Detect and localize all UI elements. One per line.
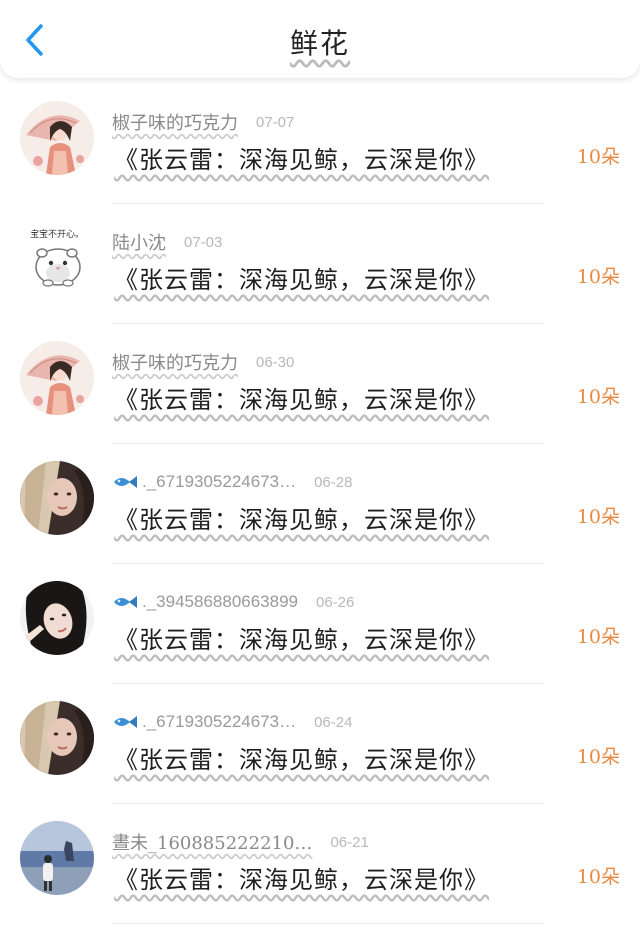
username[interactable]: ._67193052246​73… [142, 472, 296, 492]
list-item[interactable]: 椒子味的巧克力 07-07 《张云雷：深海见鲸，云深是你》 10朵 [0, 84, 640, 204]
gift-title[interactable]: 《张云雷：深海见鲸，云深是你》 [114, 380, 489, 415]
username[interactable]: 椒子味的巧克力 [112, 109, 238, 135]
record-meta: 椒子味的巧克力 06-30 [112, 348, 294, 376]
avatar[interactable]: 宝宝不开心。 [20, 221, 94, 295]
list-item[interactable]: 椒子味的巧克力 06-30 《张云雷：深海见鲸，云深是你》 10朵 [0, 324, 640, 444]
username[interactable]: 椒子味的巧克力 [112, 349, 238, 375]
avatar[interactable] [20, 341, 94, 415]
timestamp: 06-21 [330, 833, 369, 851]
flower-record-list: 椒子味的巧克力 07-07 《张云雷：深海见鲸，云深是你》 10朵 宝宝不开心。 陆小沈… [0, 84, 640, 924]
gift-title[interactable]: 《张云雷：深海见鲸，云深是你》 [114, 620, 489, 655]
username[interactable]: 晝未_160885222210… [112, 829, 312, 855]
page-title: 鲜花 [289, 27, 350, 60]
timestamp: 07-07 [256, 113, 295, 131]
record-meta: 晝未_160885222210… 06-21 [112, 828, 369, 856]
avatar[interactable] [20, 101, 94, 175]
flower-amount: 10朵 [576, 266, 620, 288]
avatar[interactable] [20, 461, 94, 535]
flower-amount: 10朵 [576, 866, 620, 888]
fish-icon [112, 474, 138, 490]
avatar-caption: 宝宝不开心。 [29, 230, 84, 240]
gift-title[interactable]: 《张云雷：深海见鲸，云深是你》 [114, 140, 489, 175]
list-item[interactable]: 宝宝不开心。 陆小沈 07-03 《张云雷：深海见鲸，云深是你》 10朵 [0, 204, 640, 324]
timestamp: 06-26 [316, 593, 355, 611]
header-bar: 鲜花 [0, 0, 640, 78]
flower-amount: 10朵 [576, 746, 620, 768]
gift-title[interactable]: 《张云雷：深海见鲸，云深是你》 [114, 860, 489, 895]
flower-amount: 10朵 [576, 506, 620, 528]
gift-title[interactable]: 《张云雷：深海见鲸，云深是你》 [114, 740, 489, 775]
timestamp: 06-30 [256, 353, 295, 371]
timestamp: 06-24 [314, 713, 353, 731]
record-meta: ._67193052246​73… 06-28 [112, 468, 352, 496]
timestamp: 07-03 [184, 233, 223, 251]
username[interactable]: 陆小沈 [112, 229, 166, 255]
username[interactable]: ._6719305224673… [142, 712, 296, 732]
gift-title[interactable]: 《张云雷：深海见鲸，云深是你》 [114, 500, 489, 535]
fish-icon [112, 594, 138, 610]
flower-amount: 10朵 [576, 386, 620, 408]
fish-icon [112, 714, 138, 730]
record-meta: ._394586880663899 06-26 [112, 588, 354, 616]
timestamp: 06-28 [314, 473, 353, 491]
flower-amount: 10朵 [576, 626, 620, 648]
username[interactable]: ._394586880663899 [142, 592, 298, 612]
list-item[interactable]: ._6719305224673… 06-24 《张云雷：深海见鲸，云深是你》 10朵 [0, 684, 640, 804]
avatar[interactable] [20, 821, 94, 895]
list-item[interactable]: ._67193052246​73… 06-28 《张云雷：深海见鲸，云深是你》 10朵 [0, 444, 640, 564]
list-item[interactable]: 晝未_160885222210… 06-21 《张云雷：深海见鲸，云深是你》 10朵 [0, 804, 640, 924]
record-meta: ._6719305224673… 06-24 [112, 708, 352, 736]
record-meta: 椒子味的巧克力 07-07 [112, 108, 294, 136]
avatar[interactable] [20, 701, 94, 775]
avatar[interactable] [20, 581, 94, 655]
record-meta: 陆小沈 07-03 [112, 228, 222, 256]
list-item[interactable]: ._394586880663899 06-26 《张云雷：深海见鲸，云深是你》 10朵 [0, 564, 640, 684]
flower-amount: 10朵 [576, 146, 620, 168]
gift-title[interactable]: 《张云雷：深海见鲸，云深是你》 [114, 260, 489, 295]
